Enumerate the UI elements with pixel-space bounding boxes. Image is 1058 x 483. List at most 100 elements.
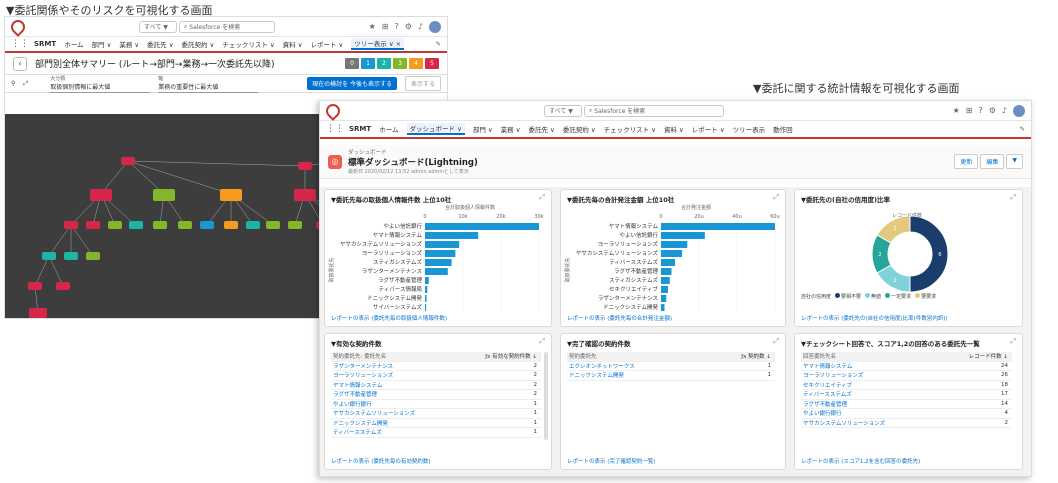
bar[interactable] [661, 268, 672, 275]
tree-node[interactable] [178, 221, 192, 229]
tree-node[interactable] [153, 221, 167, 229]
column-header[interactable]: 契約委託先 [567, 352, 702, 360]
report-link[interactable]: レポートの表示 (委託先毎の有効契約数) [331, 457, 431, 465]
tree-node[interactable] [246, 221, 260, 229]
nav-item[interactable]: 委託先 ∨ [528, 124, 554, 134]
bar[interactable] [661, 259, 676, 266]
star-icon[interactable]: ★ [953, 106, 960, 115]
tree-node[interactable] [200, 221, 214, 229]
app-launcher-icon[interactable]: ⋮⋮ [11, 39, 29, 49]
column-header[interactable]: 回答委託先名 [801, 352, 938, 360]
tree-node[interactable] [224, 221, 238, 229]
display-button[interactable]: 表示する [404, 76, 441, 91]
nav-item[interactable]: 業務 ∨ [119, 39, 139, 49]
bar[interactable] [661, 295, 667, 302]
tab-dashboard[interactable]: ダッシュボード ∨ [406, 123, 465, 135]
report-link[interactable]: レポートの表示 (委託先毎の取扱個人情報件数) [331, 314, 447, 322]
nav-item[interactable]: ツリー表示 [733, 124, 766, 134]
vendor-link[interactable]: やよい銀行銀行 [801, 409, 938, 417]
nav-item[interactable]: チェックリスト ∨ [604, 124, 656, 134]
expand-icon[interactable]: ⤢ [1010, 193, 1016, 202]
bar[interactable] [425, 268, 448, 275]
bell-icon[interactable]: ♪ [1002, 106, 1007, 115]
bar[interactable] [661, 286, 669, 293]
filter2-select[interactable]: 業務の重要性に最大値 [158, 82, 259, 93]
settings-icon[interactable]: ⚙ [989, 106, 996, 115]
tree-node[interactable] [86, 221, 100, 229]
vendor-link[interactable]: ラグザ不動産管理 [331, 390, 468, 398]
nav-item[interactable]: 業務 ∨ [501, 124, 521, 134]
expand-icon[interactable]: ⤢ [23, 80, 28, 88]
bar[interactable] [425, 295, 427, 302]
expand-icon[interactable]: ⤢ [539, 193, 545, 202]
tree-node[interactable] [121, 157, 135, 165]
vendor-link[interactable]: ラザンターメンテナンス [331, 362, 468, 370]
app-launcher-icon[interactable]: ⋮⋮ [326, 124, 344, 134]
expand-icon[interactable]: ⤢ [773, 193, 779, 202]
add-icon[interactable]: ⊞ [382, 22, 389, 31]
nav-item[interactable]: 動作回 [773, 124, 793, 134]
nav-item[interactable]: 委託契約 ∨ [181, 39, 214, 49]
nav-item[interactable]: 資料 ∨ [283, 39, 303, 49]
tree-node[interactable] [42, 252, 56, 260]
nav-item[interactable]: 資料 ∨ [664, 124, 684, 134]
help-icon[interactable]: ? [978, 106, 982, 115]
bar[interactable] [425, 232, 479, 239]
tree-node[interactable] [153, 189, 175, 201]
tree-node[interactable] [108, 221, 122, 229]
vendor-link[interactable]: ラグザ不動産管理 [801, 400, 938, 408]
avatar[interactable] [1013, 104, 1025, 117]
nav-item[interactable]: 委託契約 ∨ [563, 124, 596, 134]
tree-node[interactable] [266, 221, 280, 229]
tree-node[interactable] [129, 221, 143, 229]
bar[interactable] [661, 223, 775, 230]
settings-icon[interactable]: ⚙ [405, 22, 412, 31]
donut-slice[interactable] [909, 215, 949, 293]
tree-node[interactable] [28, 282, 42, 290]
report-link[interactable]: レポートの表示 (委託先の(自社の信用度)比率(件数別内訳)) [801, 314, 948, 322]
nav-item[interactable]: ホーム [379, 124, 398, 134]
avatar[interactable] [429, 20, 441, 33]
star-icon[interactable]: ★ [369, 22, 376, 31]
tree-node[interactable] [288, 221, 302, 229]
expand-icon[interactable]: ⤢ [539, 337, 545, 346]
filter1-select[interactable]: 取扱個別情報に最大値 [50, 82, 151, 93]
nav-item[interactable]: レポート ∨ [310, 39, 343, 49]
nav-item[interactable]: 部門 ∨ [92, 39, 112, 49]
pin-icon[interactable]: ⚲ [11, 80, 15, 87]
vendor-link[interactable]: ドニックシステム開発 [331, 419, 468, 427]
bar[interactable] [661, 241, 688, 248]
column-header[interactable]: ƒx 有効な契約件数 ↓ [468, 352, 542, 360]
vendor-link[interactable]: ティバースステムズ [801, 390, 938, 398]
expand-icon[interactable]: ⤢ [1010, 337, 1016, 346]
vendor-link[interactable]: ヤマト情報システム [331, 381, 468, 389]
report-link[interactable]: レポートの表示 (委託先毎の合計発注金額) [567, 314, 672, 322]
column-header[interactable]: ƒx 契約数 ↓ [702, 352, 775, 360]
add-icon[interactable]: ⊞ [966, 106, 973, 115]
tree-node[interactable] [90, 189, 112, 201]
bar[interactable] [661, 250, 683, 257]
tree-node[interactable] [294, 189, 316, 201]
scrollbar[interactable] [544, 352, 548, 440]
bar[interactable] [425, 241, 460, 248]
apply-button[interactable]: 現在の検討を 今後も表示する [307, 77, 397, 90]
expand-icon[interactable]: ⤢ [773, 337, 779, 346]
bell-icon[interactable]: ♪ [418, 22, 423, 31]
bar[interactable] [661, 277, 670, 284]
vendor-link[interactable]: ティバースステムズ [331, 428, 468, 436]
edit-nav-icon[interactable]: ✎ [1020, 125, 1025, 133]
vendor-link[interactable]: ヤサカシステムソリューションズ [331, 409, 468, 417]
bar[interactable] [661, 304, 665, 311]
tree-node[interactable] [298, 162, 312, 170]
column-header[interactable]: 契約委託先: 委託先名 [331, 352, 468, 360]
bar[interactable] [425, 223, 539, 230]
nav-item[interactable]: 委託先 ∨ [147, 39, 173, 49]
tree-node[interactable] [56, 282, 70, 290]
tree-node[interactable] [64, 221, 78, 229]
vendor-link[interactable]: セキクリエイティブ [801, 381, 938, 389]
back-button[interactable]: ‹ [13, 56, 27, 71]
vendor-link[interactable]: ヤサカシステムソリューションズ [801, 419, 938, 427]
search-scope[interactable]: すべて ▼ [544, 104, 582, 117]
bar[interactable] [425, 286, 428, 293]
vendor-link[interactable]: ヨーラソリューションズ [801, 371, 938, 379]
